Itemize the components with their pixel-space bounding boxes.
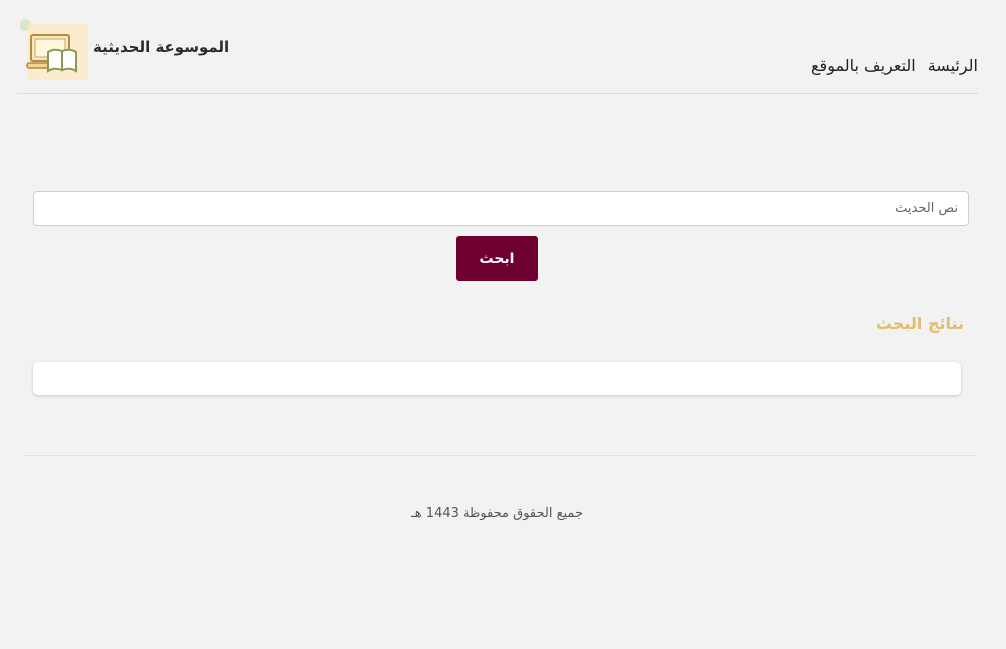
hadith-search-input[interactable] [33,191,969,226]
footer-copyright: جميع الحقوق محفوظة 1443 هـ [411,506,583,521]
site-logo[interactable] [19,18,88,80]
footer-divider [23,455,976,456]
laptop-book-icon [19,18,88,80]
results-list [33,362,961,395]
header-divider [17,93,978,94]
nav-item-home[interactable]: الرئيسة [928,56,978,75]
results-heading: نتائج البحث [875,314,964,333]
site-title[interactable]: الموسوعة الحديثية [93,38,229,56]
nav-item-about[interactable]: التعريف بالموقع [811,56,916,75]
page: الموسوعة الحديثية الرئيسة التعريف بالموق… [0,0,1006,649]
search-button[interactable]: ابحث [456,236,538,281]
main-nav: الرئيسة التعريف بالموقع [811,56,978,75]
